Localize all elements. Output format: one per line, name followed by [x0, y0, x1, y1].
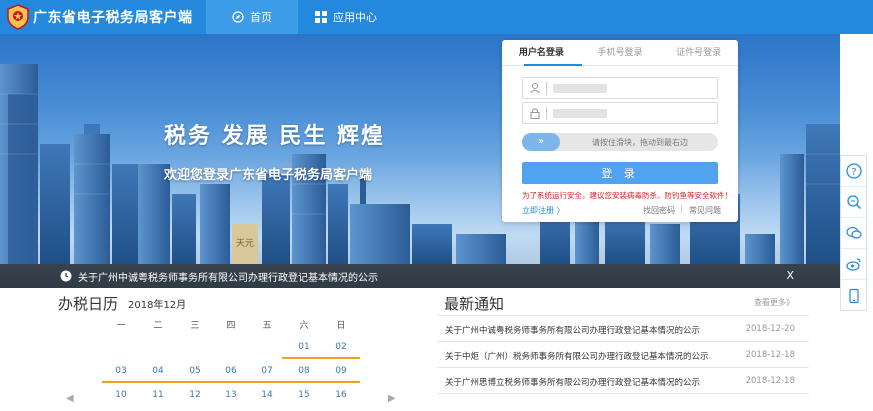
- calendar-day[interactable]: 04: [147, 366, 169, 376]
- banner-welcome: 欢迎您登录广东省电子税务局客户端: [164, 168, 373, 183]
- help-button[interactable]: ?: [841, 156, 866, 187]
- login-tabs: 用户名登录 手机号登录 证件号登录: [502, 40, 738, 66]
- weekday-sun: 日: [336, 321, 346, 331]
- field-separator: [546, 107, 547, 120]
- weekday-sat: 六: [299, 321, 309, 331]
- search-button[interactable]: [841, 187, 866, 218]
- calendar-day[interactable]: 11: [147, 390, 169, 400]
- slide-verify[interactable]: » 请按住滑块，拖动到最右边: [522, 133, 718, 151]
- nav-home[interactable]: 首页: [206, 0, 298, 34]
- username-value-redacted: [553, 84, 607, 93]
- security-warning: 为了系统运行安全，建议您安装病毒防杀、防钓鱼等安全软件！: [522, 191, 732, 200]
- news-title: 最新通知: [444, 295, 505, 313]
- calendar-day[interactable]: 15: [293, 390, 315, 400]
- calendar-day[interactable]: 06: [220, 366, 242, 376]
- search-icon: [846, 195, 861, 210]
- calendar-day[interactable]: 09: [330, 366, 352, 376]
- slider-handle[interactable]: »: [522, 133, 560, 151]
- calendar-next-icon[interactable]: ▶: [388, 393, 396, 404]
- calendar-day[interactable]: 05: [184, 366, 206, 376]
- calendar-day[interactable]: 03: [110, 366, 132, 376]
- faq-link[interactable]: 常见问题: [689, 205, 721, 216]
- news-item-date: 2018-12-18: [745, 376, 795, 386]
- compass-icon: [232, 11, 244, 23]
- nav-home-label: 首页: [250, 11, 272, 24]
- user-icon: [530, 83, 540, 94]
- weibo-icon: [845, 258, 861, 271]
- link-separator: |: [680, 204, 683, 213]
- calendar-day[interactable]: 08: [293, 366, 315, 376]
- weekday-mon: 一: [116, 321, 126, 331]
- lock-icon: [530, 108, 540, 119]
- calendar-day[interactable]: 02: [330, 342, 352, 352]
- news-item[interactable]: 关于广州思博立税务师事务所有限公司办理行政登记基本情况的公示 2018-12-1…: [437, 368, 809, 394]
- register-link[interactable]: 立即注册 〉: [522, 205, 565, 216]
- news-item[interactable]: 关于中炬（广州）税务师事务所有限公司办理行政登记基本情况的公示 2018-12-…: [437, 342, 809, 368]
- nav-app-center[interactable]: 应用中心: [300, 0, 392, 34]
- calendar-day[interactable]: 07: [256, 366, 278, 376]
- active-tab-indicator: [524, 64, 582, 66]
- side-toolbar: ?: [840, 155, 867, 311]
- notice-bar[interactable]: 关于广州中诚粤税务师事务所有限公司办理行政登记基本情况的公示 X: [0, 264, 840, 288]
- tab-id-login[interactable]: 证件号登录: [659, 40, 738, 65]
- nav-app-center-label: 应用中心: [333, 11, 377, 24]
- slider-hint: 请按住滑块，拖动到最右边: [592, 138, 688, 147]
- login-button[interactable]: 登 录: [522, 162, 718, 184]
- calendar-row-divider: [282, 357, 360, 359]
- weekday-wed: 三: [190, 321, 200, 331]
- calendar-day[interactable]: 12: [184, 390, 206, 400]
- tab-phone-login[interactable]: 手机号登录: [581, 40, 660, 65]
- notice-text[interactable]: 关于广州中诚粤税务师事务所有限公司办理行政登记基本情况的公示: [78, 269, 378, 284]
- calendar-day[interactable]: 01: [293, 342, 315, 352]
- app-window: 广东省电子税务局客户端 首页 应用中心 天元 税务 发展 民生 辉煌 欢迎您登录…: [0, 0, 873, 411]
- tab-username-login[interactable]: 用户名登录: [502, 40, 581, 65]
- chat-button[interactable]: [841, 218, 866, 249]
- calendar-day[interactable]: 16: [330, 390, 352, 400]
- news-item-title[interactable]: 关于中炬（广州）税务师事务所有限公司办理行政登记基本情况的公示: [445, 350, 709, 362]
- help-icon: ?: [845, 163, 862, 179]
- news-item-date: 2018-12-18: [745, 350, 795, 360]
- notice-close-button[interactable]: X: [786, 269, 794, 282]
- weekday-tue: 二: [153, 321, 163, 331]
- mobile-button[interactable]: [841, 280, 866, 311]
- news-more-link[interactable]: 查看更多》: [754, 297, 794, 308]
- calendar-day[interactable]: 10: [110, 390, 132, 400]
- calendar-month: 2018年12月: [128, 300, 187, 311]
- news-item-title[interactable]: 关于广州思博立税务师事务所有限公司办理行政登记基本情况的公示: [445, 376, 700, 388]
- password-value-redacted: [553, 109, 607, 118]
- weibo-button[interactable]: [841, 249, 866, 280]
- mobile-icon: [848, 288, 859, 303]
- login-panel: 用户名登录 手机号登录 证件号登录 » 请按住滑块，拖动到最右边 登 录 为了系…: [502, 40, 738, 222]
- calendar-row-divider: [102, 381, 360, 383]
- calendar-prev-icon[interactable]: ◀: [66, 393, 74, 404]
- calendar-day[interactable]: 14: [256, 390, 278, 400]
- banner-slogan: 税务 发展 民生 辉煌: [164, 124, 385, 149]
- weekday-thu: 四: [226, 321, 236, 331]
- username-field[interactable]: [522, 77, 718, 99]
- news-item-title[interactable]: 关于广州中诚粤税务师事务所有限公司办理行政登记基本情况的公示: [445, 324, 700, 336]
- news-item-date: 2018-12-20: [745, 324, 795, 334]
- clock-icon: [60, 270, 72, 282]
- grid-icon: [315, 11, 327, 23]
- weekday-fri: 五: [262, 321, 272, 331]
- chat-icon: [845, 226, 862, 239]
- find-password-link[interactable]: 找回密码: [643, 205, 675, 216]
- top-nav: 广东省电子税务局客户端 首页 应用中心: [0, 0, 873, 34]
- password-field[interactable]: [522, 102, 718, 124]
- calendar-title: 办税日历: [58, 295, 119, 313]
- news-item[interactable]: 关于广州中诚粤税务师事务所有限公司办理行政登记基本情况的公示 2018-12-2…: [437, 316, 809, 342]
- field-separator: [546, 82, 547, 95]
- app-title: 广东省电子税务局客户端: [33, 10, 193, 26]
- svg-text:?: ?: [851, 167, 856, 178]
- calendar-day[interactable]: 13: [220, 390, 242, 400]
- tax-emblem-icon: [7, 4, 29, 30]
- building-sign-text: 天元: [236, 239, 254, 249]
